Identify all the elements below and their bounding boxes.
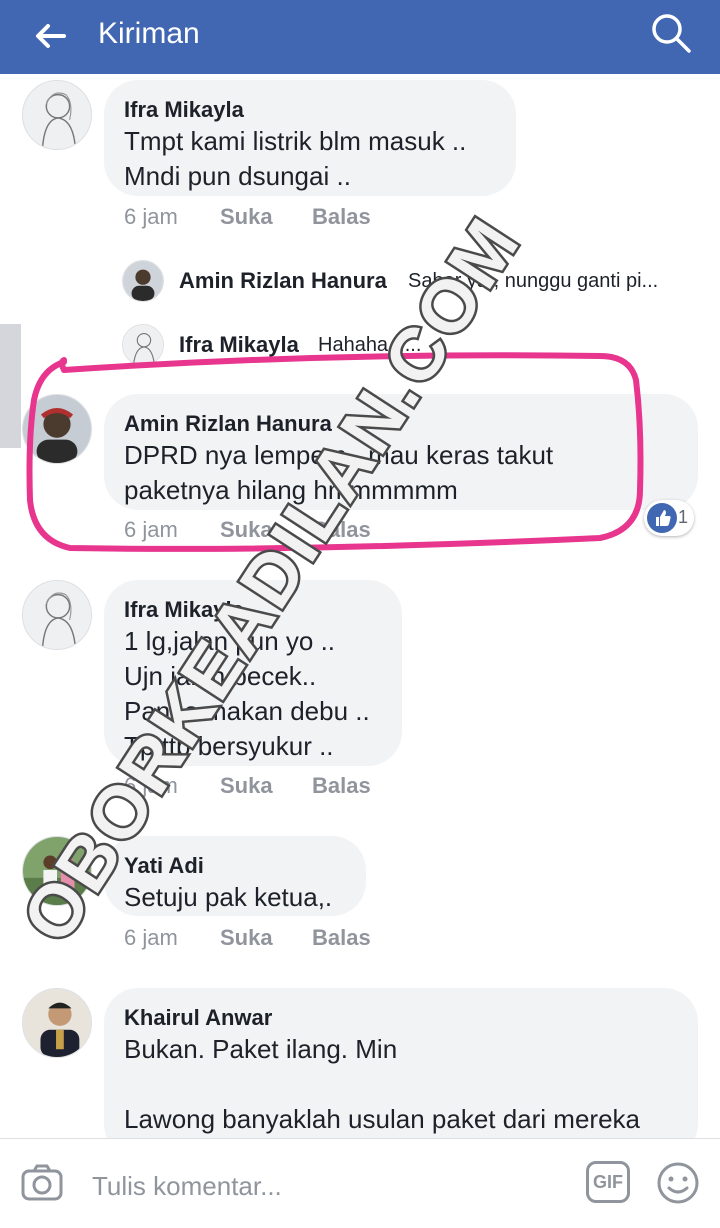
reply-author[interactable]: Amin Rizlan Hanura bbox=[179, 268, 387, 294]
like-button[interactable]: Suka bbox=[220, 517, 273, 543]
reply-preview[interactable]: Ifra Mikayla Hahaha ..... bbox=[122, 324, 702, 368]
reply-button[interactable]: Balas bbox=[312, 204, 371, 230]
back-arrow-icon[interactable] bbox=[30, 16, 70, 56]
reply-text: Sabar ya , nunggu ganti pi... bbox=[408, 270, 659, 292]
comment-actions: 6 jam Suka Balas bbox=[124, 204, 424, 230]
comment-feed[interactable]: Ifra Mikayla Tmpt kami listrik blm masuk… bbox=[0, 74, 720, 1138]
reaction-badge[interactable]: 1 bbox=[644, 500, 694, 536]
comment-text: DPRD nya lempem , mau keras takut paketn… bbox=[124, 440, 554, 505]
comment-time: 6 jam bbox=[124, 204, 178, 229]
comment-author[interactable]: Ifra Mikayla bbox=[124, 96, 496, 124]
comment-actions: 6 jam Suka Balas bbox=[124, 773, 424, 799]
avatar-khairul-anwar[interactable] bbox=[22, 988, 92, 1058]
like-button[interactable]: Suka bbox=[220, 773, 273, 799]
app-header: Kiriman bbox=[0, 0, 720, 74]
comment-bubble: Khairul Anwar Bukan. Paket ilang. Min La… bbox=[104, 988, 698, 1138]
comment-time: 6 jam bbox=[124, 773, 178, 798]
comment-author[interactable]: Khairul Anwar bbox=[124, 1004, 678, 1032]
avatar-ifra-mikayla bbox=[122, 324, 164, 366]
comment-composer: Tulis komentar... GIF bbox=[0, 1138, 720, 1228]
gif-icon[interactable]: GIF bbox=[586, 1161, 630, 1203]
comment-text: Bukan. Paket ilang. Min Lawong banyaklah… bbox=[124, 1034, 641, 1134]
comment-bubble: Amin Rizlan Hanura DPRD nya lempem , mau… bbox=[104, 394, 698, 510]
reaction-count: 1 bbox=[678, 507, 689, 527]
reply-author[interactable]: Ifra Mikayla bbox=[179, 332, 299, 358]
reply-button[interactable]: Balas bbox=[312, 925, 371, 951]
comment-bubble: Yati Adi Setuju pak ketua,. bbox=[104, 836, 366, 916]
avatar-amin-rizlan bbox=[122, 260, 164, 302]
reply-button[interactable]: Balas bbox=[312, 773, 371, 799]
comment-bubble: Ifra Mikayla Tmpt kami listrik blm masuk… bbox=[104, 80, 516, 196]
sticker-smile-icon[interactable] bbox=[656, 1161, 700, 1205]
like-reaction-icon bbox=[647, 503, 677, 533]
comment-time: 6 jam bbox=[124, 517, 178, 542]
camera-icon[interactable] bbox=[20, 1161, 64, 1205]
avatar-amin-rizlan[interactable] bbox=[22, 394, 92, 464]
comment-author[interactable]: Ifra Mikayla bbox=[124, 596, 382, 624]
comment-input[interactable]: Tulis komentar... bbox=[92, 1171, 282, 1202]
reply-button[interactable]: Balas bbox=[312, 517, 371, 543]
page-title: Kiriman bbox=[98, 17, 200, 50]
comment-actions: 6 jam Suka Balas bbox=[124, 925, 424, 951]
comment-time: 6 jam bbox=[124, 925, 178, 950]
like-button[interactable]: Suka bbox=[220, 204, 273, 230]
comment-text: Setuju pak ketua,. bbox=[124, 882, 333, 912]
reply-preview[interactable]: Amin Rizlan Hanura Sabar ya , nunggu gan… bbox=[122, 260, 702, 304]
comment-text: 1 lg,jalan pun yo .. Ujn jalan becek.. P… bbox=[124, 626, 370, 761]
comment-bubble: Ifra Mikayla 1 lg,jalan pun yo .. Ujn ja… bbox=[104, 580, 402, 766]
comment-text: Tmpt kami listrik blm masuk .. Mndi pun … bbox=[124, 126, 467, 191]
scroll-indicator bbox=[0, 324, 21, 448]
comment-actions: 6 jam Suka Balas bbox=[124, 517, 424, 543]
avatar-ifra-mikayla[interactable] bbox=[22, 80, 92, 150]
search-icon[interactable] bbox=[648, 10, 694, 56]
avatar-ifra-mikayla[interactable] bbox=[22, 580, 92, 650]
avatar-yati-adi[interactable] bbox=[22, 836, 92, 906]
reply-text: Hahaha ..... bbox=[318, 334, 422, 356]
comment-author[interactable]: Amin Rizlan Hanura bbox=[124, 410, 678, 438]
comment-author[interactable]: Yati Adi bbox=[124, 852, 346, 880]
like-button[interactable]: Suka bbox=[220, 925, 273, 951]
